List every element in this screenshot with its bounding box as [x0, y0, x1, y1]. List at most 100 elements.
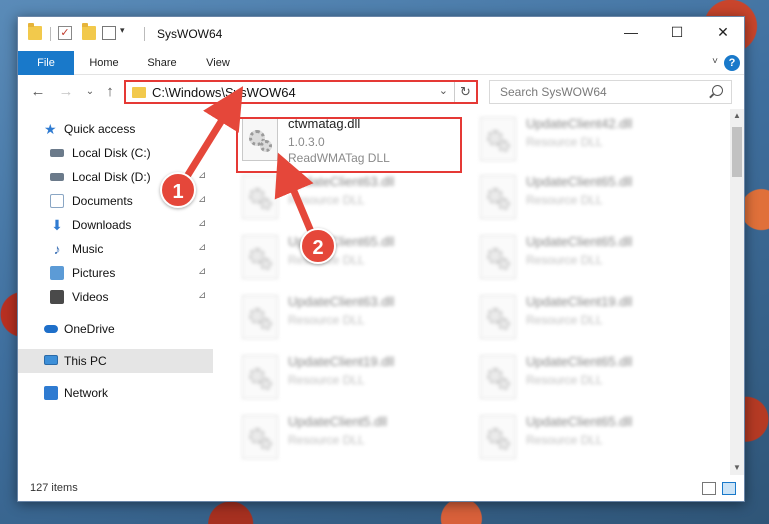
- sidebar-item-label: Pictures: [72, 266, 116, 280]
- recent-locations-button[interactable]: ⌄: [80, 82, 100, 102]
- customize-quick-access-icon[interactable]: [102, 26, 116, 40]
- sidebar-item-this-pc[interactable]: This PC: [18, 349, 213, 373]
- scroll-up-icon[interactable]: ▲: [730, 109, 744, 123]
- dll-file-icon: [480, 295, 516, 339]
- file-type: Resource DLL: [526, 433, 603, 447]
- large-icons-view-icon[interactable]: [722, 482, 736, 495]
- chevron-down-icon[interactable]: ▾: [120, 25, 134, 39]
- pin-icon[interactable]: ⊿: [198, 146, 206, 157]
- dll-file-icon: [480, 415, 516, 459]
- file-item[interactable]: UpdateClient65.dll Resource DLL: [478, 171, 698, 227]
- sidebar-item-onedrive[interactable]: OneDrive: [18, 317, 213, 341]
- tab-home[interactable]: Home: [76, 51, 132, 75]
- up-button[interactable]: ↑: [100, 82, 120, 102]
- ribbon-tabs: File Home Share View ˅ ?: [18, 51, 744, 75]
- file-type: Resource DLL: [526, 313, 603, 327]
- sidebar-item-network[interactable]: Network: [18, 381, 213, 405]
- file-type: Resource DLL: [526, 373, 603, 387]
- file-item[interactable]: UpdateClient65.dll Resource DLL: [478, 351, 698, 407]
- sidebar-item-label: This PC: [64, 354, 107, 368]
- close-button[interactable]: ✕: [700, 17, 746, 47]
- this-pc-icon: [44, 355, 58, 365]
- gear-icon: [498, 318, 510, 330]
- gear-icon: [260, 318, 272, 330]
- tab-share[interactable]: Share: [134, 51, 190, 75]
- search-input[interactable]: Search SysWOW64: [489, 80, 732, 104]
- file-item[interactable]: UpdateClient19.dll Resource DLL: [240, 351, 460, 407]
- file-explorer-window: ✓ ▾ SysWOW64 — ☐ ✕ File Home Share View …: [17, 16, 745, 502]
- file-item[interactable]: UpdateClient19.dll Resource DLL: [478, 291, 698, 347]
- divider: [50, 27, 51, 41]
- pin-icon[interactable]: ⊿: [198, 218, 206, 229]
- details-view-icon[interactable]: [702, 482, 716, 495]
- vertical-scrollbar[interactable]: ▲ ▼: [730, 109, 744, 475]
- dll-file-icon: [480, 175, 516, 219]
- pin-icon[interactable]: ⊿: [198, 170, 206, 181]
- sidebar-item-pictures[interactable]: Pictures ⊿: [18, 261, 213, 285]
- properties-icon[interactable]: ✓: [58, 26, 72, 40]
- step-badge-2: 2: [300, 228, 336, 264]
- pin-icon[interactable]: ⊿: [198, 266, 206, 277]
- file-item[interactable]: UpdateClient42.dll Resource DLL: [478, 113, 698, 169]
- forward-button[interactable]: →: [56, 82, 76, 102]
- tab-view[interactable]: View: [190, 51, 246, 75]
- search-placeholder: Search SysWOW64: [500, 85, 607, 99]
- file-item[interactable]: UpdateClient65.dll Resource DLL: [240, 231, 460, 287]
- file-item[interactable]: UpdateClient5.dll Resource DLL: [240, 411, 460, 467]
- gear-icon: [498, 258, 510, 270]
- gear-icon: [498, 140, 510, 152]
- documents-icon: [50, 194, 64, 208]
- chevron-down-icon[interactable]: ⌄: [439, 84, 448, 97]
- file-name: UpdateClient65.dll: [526, 174, 633, 189]
- file-item[interactable]: UpdateClient65.dll Resource DLL: [478, 231, 698, 287]
- dll-file-icon: [242, 235, 278, 279]
- dll-file-icon: [480, 355, 516, 399]
- scroll-down-icon[interactable]: ▼: [730, 461, 744, 475]
- file-item[interactable]: UpdateClient65.dll Resource DLL: [478, 411, 698, 467]
- pin-icon[interactable]: ⊿: [198, 194, 206, 205]
- star-icon: ★: [44, 121, 57, 137]
- dll-file-icon: [480, 235, 516, 279]
- sidebar-item-videos[interactable]: Videos ⊿: [18, 285, 213, 309]
- file-name: UpdateClient65.dll: [526, 354, 633, 369]
- file-name: UpdateClient19.dll: [288, 354, 395, 369]
- gear-icon: [498, 438, 510, 450]
- folder-icon: [132, 87, 146, 98]
- file-name: UpdateClient65.dll: [526, 234, 633, 249]
- file-type: Resource DLL: [288, 373, 365, 387]
- file-item[interactable]: UpdateClient63.dll Resource DLL: [240, 291, 460, 347]
- file-type: Resource DLL: [526, 135, 603, 149]
- expand-ribbon-icon[interactable]: ˅: [712, 56, 718, 67]
- address-row: ← → ⌄ ↑ C:\Windows\SysWOW64 ⌄ ↻ Search S…: [18, 76, 744, 108]
- title-bar: ✓ ▾ SysWOW64 — ☐ ✕: [18, 17, 744, 51]
- dll-file-icon: [242, 415, 278, 459]
- sidebar-item-label: Local Disk (C:): [72, 146, 151, 160]
- sidebar-item-quick-access[interactable]: ★ Quick access: [18, 117, 213, 141]
- file-name: UpdateClient5.dll: [288, 414, 388, 429]
- tab-file[interactable]: File: [18, 51, 74, 75]
- help-button[interactable]: ?: [724, 55, 740, 71]
- item-count: 127 items: [30, 482, 78, 494]
- file-item[interactable]: UpdateClient63.dll Resource DLL: [240, 171, 460, 227]
- pin-icon[interactable]: ⊿: [198, 242, 206, 253]
- pin-icon[interactable]: ⊿: [198, 290, 206, 301]
- folder-icon: [28, 23, 42, 40]
- refresh-button[interactable]: ↻: [454, 82, 476, 102]
- sidebar-item-label: Music: [72, 242, 104, 256]
- scroll-thumb[interactable]: [732, 127, 742, 177]
- address-bar[interactable]: C:\Windows\SysWOW64 ⌄ ↻: [124, 80, 478, 104]
- search-icon[interactable]: [712, 85, 723, 96]
- maximize-button[interactable]: ☐: [654, 17, 700, 47]
- sidebar-item-downloads[interactable]: ⬇ Downloads ⊿: [18, 213, 213, 237]
- new-folder-icon[interactable]: [82, 23, 96, 40]
- videos-icon: [50, 290, 64, 304]
- file-type: Resource DLL: [526, 253, 603, 267]
- sidebar-item-local-disk-c[interactable]: Local Disk (C:) ⊿: [18, 141, 213, 165]
- address-path[interactable]: C:\Windows\SysWOW64: [152, 85, 296, 100]
- sidebar-item-music[interactable]: ♪ Music ⊿: [18, 237, 213, 261]
- back-button[interactable]: ←: [28, 82, 48, 102]
- minimize-button[interactable]: —: [608, 17, 654, 47]
- sidebar-item-label: Local Disk (D:): [72, 170, 151, 184]
- sidebar-item-label: Downloads: [72, 218, 132, 232]
- file-name: UpdateClient42.dll: [526, 116, 633, 131]
